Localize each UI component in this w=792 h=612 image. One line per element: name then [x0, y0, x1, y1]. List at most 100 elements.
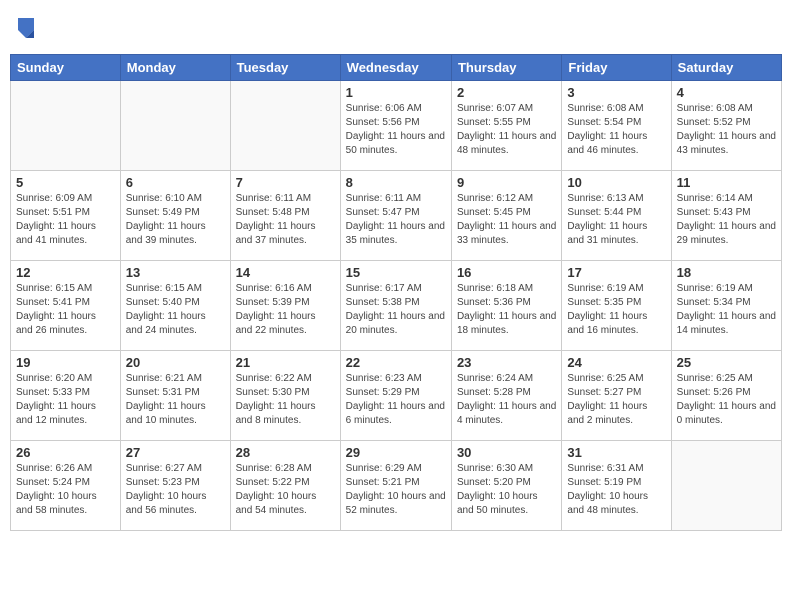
page-header	[10, 10, 782, 46]
calendar-day: 30 Sunrise: 6:30 AMSunset: 5:20 PMDayligh…	[451, 441, 561, 531]
calendar-day: 3 Sunrise: 6:08 AMSunset: 5:54 PMDaylight…	[562, 81, 671, 171]
day-number: 6	[126, 175, 225, 190]
day-info: Sunrise: 6:07 AMSunset: 5:55 PMDaylight:…	[457, 102, 556, 158]
day-info: Sunrise: 6:10 AMSunset: 5:49 PMDaylight:…	[126, 192, 225, 248]
day-info: Sunrise: 6:09 AMSunset: 5:51 PMDaylight:…	[16, 192, 115, 248]
day-of-week-header: Wednesday	[340, 55, 451, 81]
calendar-day: 2 Sunrise: 6:07 AMSunset: 5:55 PMDaylight…	[451, 81, 561, 171]
calendar-day: 11 Sunrise: 6:14 AMSunset: 5:43 PMDayligh…	[671, 171, 781, 261]
calendar-day	[120, 81, 230, 171]
day-number: 12	[16, 265, 115, 280]
day-number: 28	[236, 445, 335, 460]
day-number: 13	[126, 265, 225, 280]
calendar-day: 16 Sunrise: 6:18 AMSunset: 5:36 PMDayligh…	[451, 261, 561, 351]
day-info: Sunrise: 6:31 AMSunset: 5:19 PMDaylight:…	[567, 462, 665, 518]
day-number: 29	[346, 445, 446, 460]
day-number: 5	[16, 175, 115, 190]
day-info: Sunrise: 6:11 AMSunset: 5:48 PMDaylight:…	[236, 192, 335, 248]
calendar-header-row: SundayMondayTuesdayWednesdayThursdayFrid…	[11, 55, 782, 81]
calendar-day: 29 Sunrise: 6:29 AMSunset: 5:21 PMDayligh…	[340, 441, 451, 531]
calendar-day: 6 Sunrise: 6:10 AMSunset: 5:49 PMDaylight…	[120, 171, 230, 261]
logo-icon	[16, 16, 36, 40]
day-info: Sunrise: 6:22 AMSunset: 5:30 PMDaylight:…	[236, 372, 335, 428]
calendar-day: 7 Sunrise: 6:11 AMSunset: 5:48 PMDaylight…	[230, 171, 340, 261]
calendar-table: SundayMondayTuesdayWednesdayThursdayFrid…	[10, 54, 782, 531]
logo	[14, 16, 36, 40]
day-number: 31	[567, 445, 665, 460]
day-info: Sunrise: 6:25 AMSunset: 5:26 PMDaylight:…	[677, 372, 776, 428]
day-info: Sunrise: 6:12 AMSunset: 5:45 PMDaylight:…	[457, 192, 556, 248]
day-number: 1	[346, 85, 446, 100]
day-info: Sunrise: 6:23 AMSunset: 5:29 PMDaylight:…	[346, 372, 446, 428]
calendar-day: 27 Sunrise: 6:27 AMSunset: 5:23 PMDayligh…	[120, 441, 230, 531]
day-of-week-header: Monday	[120, 55, 230, 81]
day-info: Sunrise: 6:16 AMSunset: 5:39 PMDaylight:…	[236, 282, 335, 338]
week-row: 12Sunrise: 6:15 AMSunset: 5:41 PMDayligh…	[11, 261, 782, 351]
calendar-day: 8 Sunrise: 6:11 AMSunset: 5:47 PMDaylight…	[340, 171, 451, 261]
day-number: 11	[677, 175, 776, 190]
calendar-day: 18Sunrise: 6:19 AMSunset: 5:34 PMDayligh…	[671, 261, 781, 351]
calendar-day: 9 Sunrise: 6:12 AMSunset: 5:45 PMDaylight…	[451, 171, 561, 261]
calendar-day: 1 Sunrise: 6:06 AMSunset: 5:56 PMDaylight…	[340, 81, 451, 171]
day-number: 14	[236, 265, 335, 280]
day-info: Sunrise: 6:30 AMSunset: 5:20 PMDaylight:…	[457, 462, 556, 518]
day-of-week-header: Saturday	[671, 55, 781, 81]
day-info: Sunrise: 6:18 AMSunset: 5:36 PMDaylight:…	[457, 282, 556, 338]
day-info: Sunrise: 6:25 AMSunset: 5:27 PMDaylight:…	[567, 372, 665, 428]
calendar-day: 5 Sunrise: 6:09 AMSunset: 5:51 PMDaylight…	[11, 171, 121, 261]
day-info: Sunrise: 6:11 AMSunset: 5:47 PMDaylight:…	[346, 192, 446, 248]
day-of-week-header: Thursday	[451, 55, 561, 81]
day-info: Sunrise: 6:06 AMSunset: 5:56 PMDaylight:…	[346, 102, 446, 158]
day-number: 9	[457, 175, 556, 190]
day-number: 26	[16, 445, 115, 460]
week-row: 19Sunrise: 6:20 AMSunset: 5:33 PMDayligh…	[11, 351, 782, 441]
day-number: 3	[567, 85, 665, 100]
day-info: Sunrise: 6:17 AMSunset: 5:38 PMDaylight:…	[346, 282, 446, 338]
day-info: Sunrise: 6:19 AMSunset: 5:35 PMDaylight:…	[567, 282, 665, 338]
calendar-day: 4 Sunrise: 6:08 AMSunset: 5:52 PMDaylight…	[671, 81, 781, 171]
calendar-day: 19Sunrise: 6:20 AMSunset: 5:33 PMDayligh…	[11, 351, 121, 441]
calendar-day: 15 Sunrise: 6:17 AMSunset: 5:38 PMDayligh…	[340, 261, 451, 351]
day-info: Sunrise: 6:19 AMSunset: 5:34 PMDaylight:…	[677, 282, 776, 338]
calendar-day	[230, 81, 340, 171]
day-number: 30	[457, 445, 556, 460]
day-info: Sunrise: 6:08 AMSunset: 5:52 PMDaylight:…	[677, 102, 776, 158]
day-number: 16	[457, 265, 556, 280]
day-info: Sunrise: 6:29 AMSunset: 5:21 PMDaylight:…	[346, 462, 446, 518]
calendar-day: 20Sunrise: 6:21 AMSunset: 5:31 PMDayligh…	[120, 351, 230, 441]
day-number: 4	[677, 85, 776, 100]
day-number: 23	[457, 355, 556, 370]
calendar-day: 13 Sunrise: 6:15 AMSunset: 5:40 PMDayligh…	[120, 261, 230, 351]
day-number: 2	[457, 85, 556, 100]
day-number: 21	[236, 355, 335, 370]
day-info: Sunrise: 6:13 AMSunset: 5:44 PMDaylight:…	[567, 192, 665, 248]
day-of-week-header: Friday	[562, 55, 671, 81]
calendar-day: 22 Sunrise: 6:23 AMSunset: 5:29 PMDayligh…	[340, 351, 451, 441]
day-info: Sunrise: 6:28 AMSunset: 5:22 PMDaylight:…	[236, 462, 335, 518]
day-number: 10	[567, 175, 665, 190]
day-info: Sunrise: 6:08 AMSunset: 5:54 PMDaylight:…	[567, 102, 665, 158]
day-of-week-header: Tuesday	[230, 55, 340, 81]
day-of-week-header: Sunday	[11, 55, 121, 81]
day-info: Sunrise: 6:26 AMSunset: 5:24 PMDaylight:…	[16, 462, 115, 518]
calendar-day: 17Sunrise: 6:19 AMSunset: 5:35 PMDayligh…	[562, 261, 671, 351]
day-number: 15	[346, 265, 446, 280]
week-row: 5 Sunrise: 6:09 AMSunset: 5:51 PMDaylight…	[11, 171, 782, 261]
day-info: Sunrise: 6:14 AMSunset: 5:43 PMDaylight:…	[677, 192, 776, 248]
day-info: Sunrise: 6:27 AMSunset: 5:23 PMDaylight:…	[126, 462, 225, 518]
calendar-day: 24Sunrise: 6:25 AMSunset: 5:27 PMDayligh…	[562, 351, 671, 441]
calendar-day	[671, 441, 781, 531]
week-row: 26 Sunrise: 6:26 AMSunset: 5:24 PMDayligh…	[11, 441, 782, 531]
day-number: 8	[346, 175, 446, 190]
day-number: 25	[677, 355, 776, 370]
day-number: 7	[236, 175, 335, 190]
calendar-day: 28 Sunrise: 6:28 AMSunset: 5:22 PMDayligh…	[230, 441, 340, 531]
calendar-day: 25 Sunrise: 6:25 AMSunset: 5:26 PMDayligh…	[671, 351, 781, 441]
day-info: Sunrise: 6:21 AMSunset: 5:31 PMDaylight:…	[126, 372, 225, 428]
calendar-day: 26 Sunrise: 6:26 AMSunset: 5:24 PMDayligh…	[11, 441, 121, 531]
day-number: 19	[16, 355, 115, 370]
day-info: Sunrise: 6:15 AMSunset: 5:40 PMDaylight:…	[126, 282, 225, 338]
day-number: 27	[126, 445, 225, 460]
day-number: 22	[346, 355, 446, 370]
calendar-day: 14 Sunrise: 6:16 AMSunset: 5:39 PMDayligh…	[230, 261, 340, 351]
